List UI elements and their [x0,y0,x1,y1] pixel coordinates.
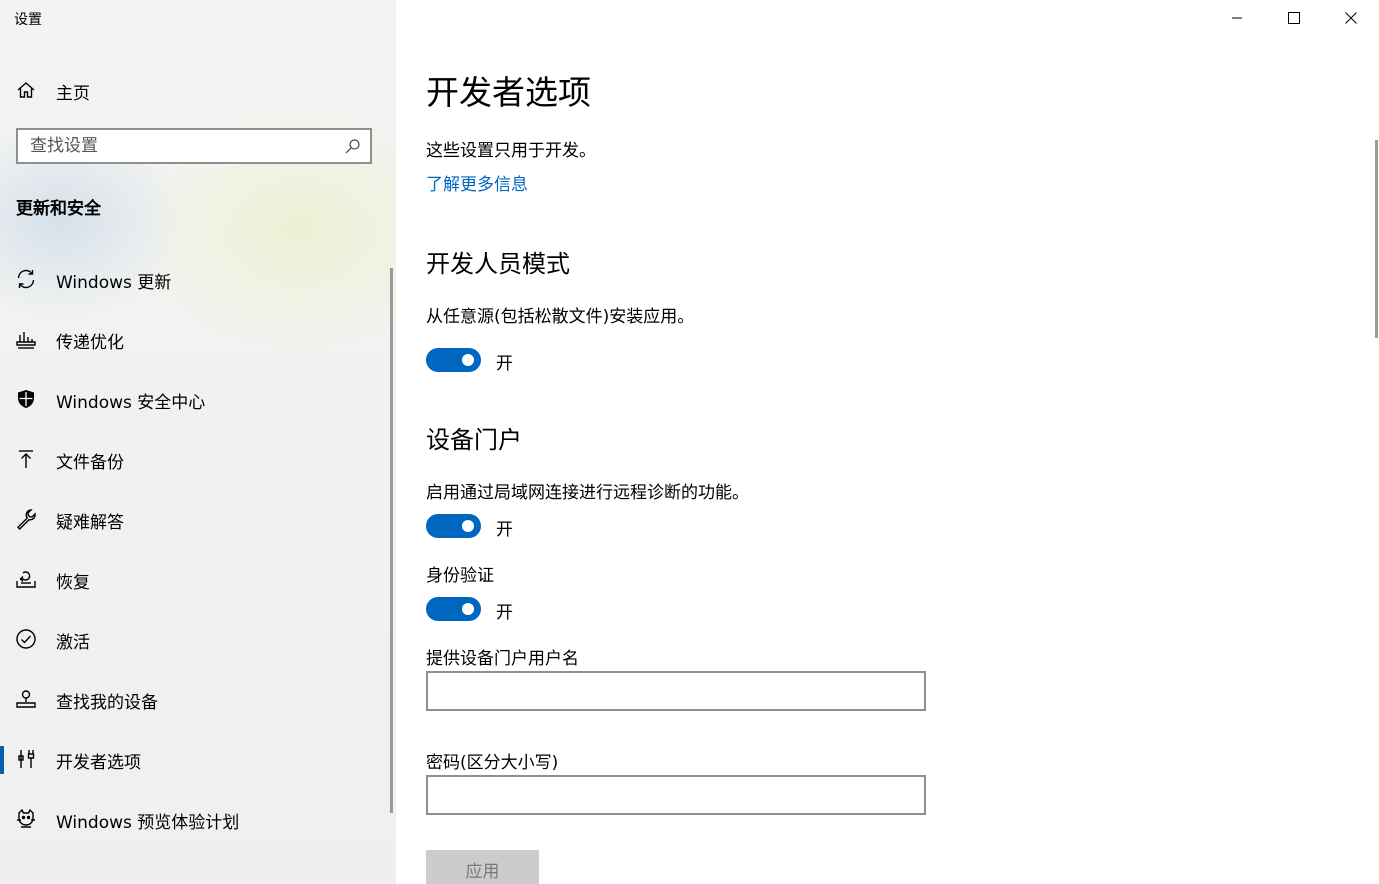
device-portal-description: 启用通过局域网连接进行远程诊断的功能。 [426,483,749,503]
page-description: 这些设置只用于开发。 [426,141,596,161]
authentication-toggle[interactable] [426,597,481,621]
authentication-toggle-label: 开 [496,603,513,623]
toggle-knob [462,354,474,366]
device-portal-heading: 设备门户 [426,426,522,454]
sidebar-item-recovery[interactable]: 恢复 [0,550,390,610]
sidebar-item-home[interactable]: 主页 [0,70,396,110]
caption-buttons [1208,0,1379,36]
page-title: 开发者选项 [426,73,591,112]
sidebar-item-windows-insider[interactable]: Windows 预览体验计划 [0,790,390,850]
sidebar-item-developer-options[interactable]: 开发者选项 [0,730,390,790]
developer-mode-toggle[interactable] [426,348,481,372]
close-icon [1344,12,1357,24]
sidebar-item-file-backup[interactable]: 文件备份 [0,430,390,490]
window-title: 设置 [14,12,42,28]
developer-mode-heading: 开发人员模式 [426,250,570,278]
sidebar-item-windows-security[interactable]: Windows 安全中心 [0,370,390,430]
username-field[interactable] [426,671,926,711]
developer-tools-icon [15,748,37,770]
shield-icon [15,388,37,410]
sidebar-item-label: Windows 更新 [56,273,172,293]
refresh-icon [15,268,37,290]
sidebar-item-delivery-optimization[interactable]: 传递优化 [0,310,390,370]
settings-window: 设置 主页 更新和安全 [0,0,1379,884]
search-icon[interactable] [344,138,361,155]
authentication-label: 身份验证 [426,566,494,586]
home-label: 主页 [56,84,90,104]
sidebar-item-label: 疑难解答 [56,513,124,533]
sidebar-item-label: Windows 安全中心 [56,393,206,413]
toggle-knob [462,603,474,615]
device-portal-toggle-label: 开 [496,520,513,540]
sidebar-item-label: 开发者选项 [56,753,141,773]
sidebar-item-find-my-device[interactable]: 查找我的设备 [0,670,390,730]
delivery-optimization-icon [15,328,37,350]
maximize-icon [1287,12,1300,24]
sidebar-item-label: Windows 预览体验计划 [56,813,240,833]
sidebar-item-activation[interactable]: 激活 [0,610,390,670]
developer-mode-toggle-label: 开 [496,354,513,374]
sidebar-item-windows-update[interactable]: Windows 更新 [0,250,390,310]
close-button[interactable] [1322,0,1379,36]
learn-more-link[interactable]: 了解更多信息 [426,170,528,195]
check-circle-icon [15,628,37,650]
toggle-knob [462,520,474,532]
main-content: 开发者选项 这些设置只用于开发。 了解更多信息 开发人员模式 从任意源(包括松散… [396,0,1379,884]
search-input[interactable] [30,135,330,157]
minimize-icon [1231,17,1242,19]
password-input[interactable] [428,777,924,813]
backup-arrow-icon [15,448,37,470]
sidebar-item-label: 恢复 [56,573,90,593]
sidebar-scrollbar[interactable] [390,268,393,813]
wrench-icon [15,508,37,530]
recovery-icon [15,568,37,590]
username-label: 提供设备门户用户名 [426,649,579,669]
sidebar-item-label: 激活 [56,633,90,653]
find-device-icon [15,688,37,710]
username-input[interactable] [428,673,924,709]
password-label: 密码(区分大小写) [426,753,559,773]
device-portal-toggle[interactable] [426,514,481,538]
section-title: 更新和安全 [16,199,101,219]
password-field[interactable] [426,775,926,815]
insider-cat-icon [15,808,37,830]
search-box[interactable] [16,128,372,164]
sidebar-item-label: 传递优化 [56,333,124,353]
developer-mode-description: 从任意源(包括松散文件)安装应用。 [426,307,695,327]
sidebar-item-label: 文件备份 [56,453,124,473]
home-icon [16,80,36,100]
minimize-button[interactable] [1208,0,1265,36]
main-scrollbar[interactable] [1375,140,1378,338]
apply-button[interactable]: 应用 [426,850,539,884]
sidebar: 设置 主页 更新和安全 [0,0,396,884]
sidebar-item-label: 查找我的设备 [56,693,158,713]
sidebar-item-troubleshoot[interactable]: 疑难解答 [0,490,390,550]
nav-list: Windows 更新 传递优化 Windows 安全中心 文件备份 疑难解答 恢… [0,250,390,850]
maximize-button[interactable] [1265,0,1322,36]
